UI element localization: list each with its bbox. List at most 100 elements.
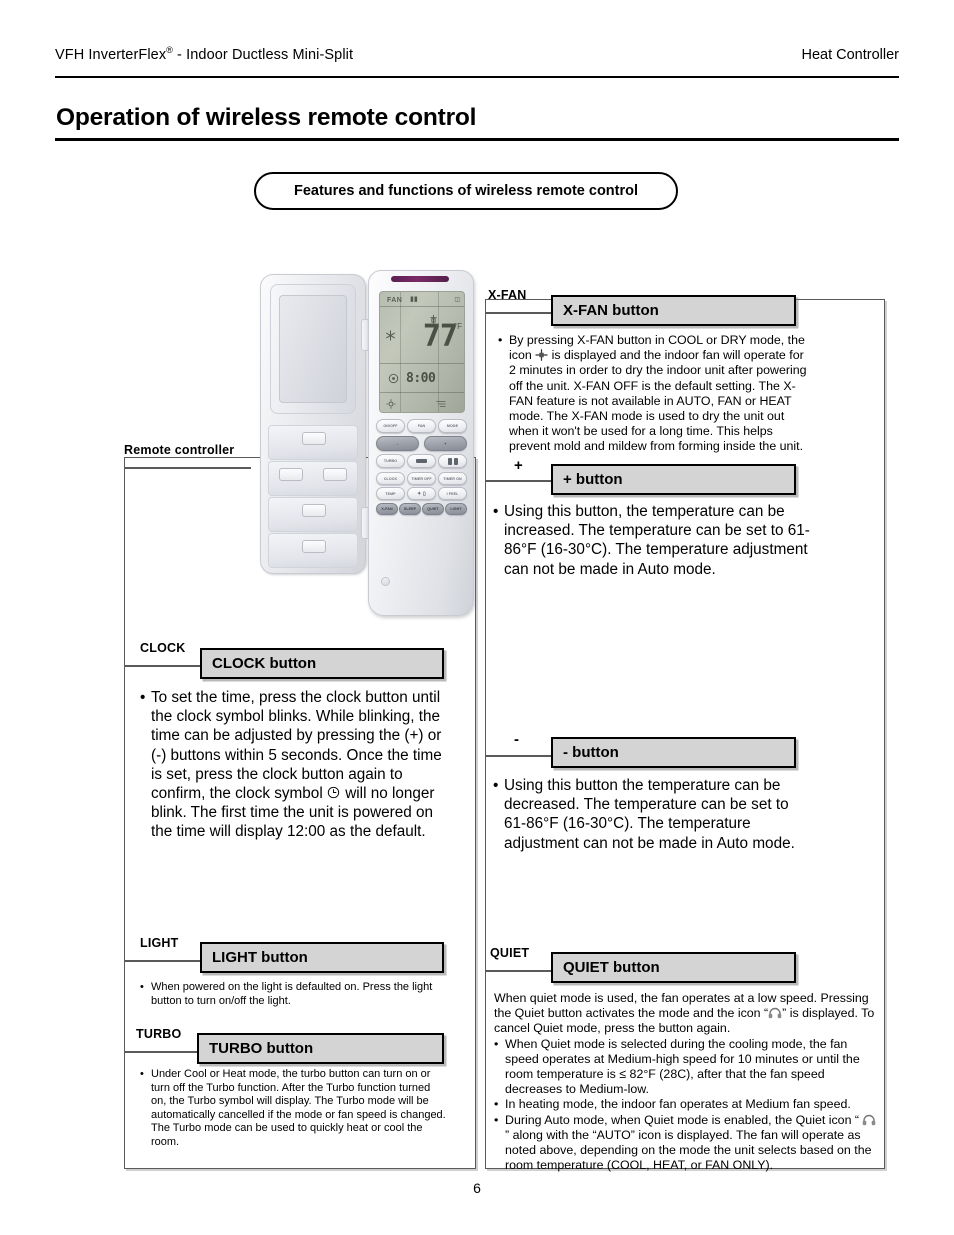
cover-slot-e (302, 540, 326, 553)
remote-flip-cover (260, 274, 372, 574)
xfan-heading-box: X-FAN button (551, 295, 796, 326)
minus-body: Using this button the temperature can be… (493, 776, 811, 853)
cover-slot-a (302, 432, 326, 445)
title-divider (55, 138, 899, 141)
turbo-body-text: Under Cool or Heat mode, the turbo butto… (140, 1068, 446, 1150)
key-swing-leftright[interactable] (438, 454, 467, 468)
xfan-symbol-icon (535, 349, 548, 362)
quiet-leader (486, 970, 552, 972)
minus-body-text: Using this button the temperature can be… (493, 776, 811, 853)
cover-shelf-2 (268, 461, 358, 496)
quiet-tag: QUIET (490, 946, 530, 960)
quiet-bullet-2: In heating mode, the indoor fan operates… (494, 1097, 879, 1112)
page-number: 6 (473, 1180, 481, 1196)
key-swing-updown[interactable] (407, 454, 436, 468)
lcd-temperature-unit: °F (453, 322, 462, 331)
header-product-main: VFH InverterFlex (55, 47, 167, 63)
running-header: VFH InverterFlex® - Indoor Ductless Mini… (55, 45, 899, 63)
page-title: Operation of wireless remote control (56, 104, 477, 131)
quiet-bullet-3: During Auto mode, when Quiet mode is ena… (494, 1113, 879, 1174)
plus-body-text: Using this button, the temperature can b… (493, 502, 811, 579)
cover-slot-d (302, 504, 326, 517)
lcd-clock-value: 8:00 (406, 371, 436, 386)
minus-heading-box: - button (551, 737, 796, 768)
xfan-body-text: By pressing X-FAN button in COOL or DRY … (498, 333, 808, 455)
xfan-leader (486, 312, 552, 314)
plus-body: Using this button, the temperature can b… (493, 502, 811, 579)
key-light2[interactable]: LIGHT (445, 503, 467, 515)
clock-body: To set the time, press the clock button … (140, 688, 450, 842)
remote-controller-tag: Remote controller (124, 443, 235, 457)
key-mode[interactable]: MODE (438, 419, 467, 433)
light-tag: LIGHT (140, 936, 179, 950)
key-minus[interactable]: - (376, 436, 419, 451)
quiet-bullet-1: When Quiet mode is selected during the c… (494, 1037, 879, 1098)
registered-trademark-icon: ® (166, 45, 173, 56)
lcd-snowflake-icon (385, 328, 396, 346)
manual-page: VFH InverterFlex® - Indoor Ductless Mini… (0, 0, 954, 1235)
lcd-temperature-value: 77 (422, 319, 458, 354)
quiet-bullet3-part1: During Auto mode, when Quiet mode is ena… (505, 1112, 863, 1127)
key-plus[interactable]: + (424, 436, 467, 451)
cover-inner-panel (270, 284, 356, 414)
key-clock[interactable]: CLOCK (376, 472, 405, 485)
quiet-body: When quiet mode is used, the fan operate… (494, 991, 879, 1173)
xfan-body-part2: is displayed and the indoor fan will ope… (509, 348, 807, 454)
light-body: When powered on the light is defaulted o… (140, 981, 446, 1008)
plus-leader (486, 480, 552, 482)
section-banner: Features and functions of wireless remot… (254, 172, 678, 210)
key-fan[interactable]: FAN (407, 419, 436, 433)
key-quiet[interactable]: QUIET (422, 503, 444, 515)
key-sleep[interactable]: SLEEP (399, 503, 421, 515)
turbo-body: Under Cool or Heat mode, the turbo butto… (140, 1068, 446, 1150)
quiet-bullet3-part2: ” along with the “AUTO” icon is displaye… (505, 1127, 872, 1173)
key-i-feel[interactable]: I FEEL (438, 487, 467, 500)
xfan-tag: X-FAN (488, 288, 527, 302)
turbo-leader (125, 1051, 199, 1053)
light-leader (125, 960, 202, 962)
cover-window (279, 295, 347, 403)
quiet-heading-box: QUIET button (551, 952, 796, 983)
cover-shelf-1 (268, 425, 358, 460)
remote-indicator-led (381, 577, 390, 586)
quiet-intro-text: When quiet mode is used, the fan operate… (494, 991, 879, 1037)
quiet-headphone-icon-2 (862, 1114, 876, 1126)
cover-shelf-4 (268, 533, 358, 568)
turbo-heading-box: TURBO button (197, 1033, 444, 1064)
remote-controller-leader (125, 467, 251, 469)
remote-keypad: ON/OFF FAN MODE - + TURBO CLOCK TIMER OF… (376, 419, 467, 569)
key-on-off[interactable]: ON/OFF (376, 419, 405, 433)
minus-tag: - (514, 731, 520, 748)
ir-emitter-strip (391, 276, 449, 282)
clock-symbol-icon (327, 786, 341, 800)
xfan-body: By pressing X-FAN button in COOL or DRY … (498, 333, 808, 455)
remote-body: FAN ▮▮ ◫ 77 °F 8:00 ON/OFF FAN MODE - + … (368, 270, 474, 616)
lcd-lock-icon: ◫ (454, 297, 460, 303)
remote-control-illustration: FAN ▮▮ ◫ 77 °F 8:00 ON/OFF FAN MODE - + … (256, 266, 480, 622)
lcd-mode-label: FAN (387, 297, 403, 304)
light-heading-box: LIGHT button (200, 942, 444, 973)
turbo-tag: TURBO (136, 1027, 182, 1041)
plus-heading-box: + button (551, 464, 796, 495)
header-product-name: VFH InverterFlex® - Indoor Ductless Mini… (55, 45, 354, 63)
key-temp[interactable]: TEMP (376, 487, 405, 500)
clock-tag: CLOCK (140, 641, 186, 655)
key-timer-on[interactable]: TIMER ON (438, 472, 467, 485)
lcd-fanspeed-icon (435, 396, 447, 412)
key-x-fan[interactable]: X-FAN (376, 503, 398, 515)
cover-slot-b (279, 468, 303, 481)
header-product-rest: - Indoor Ductless Mini-Split (172, 47, 354, 63)
lcd-clock-icon (388, 371, 399, 389)
key-light[interactable]: ✦ ▯ (407, 487, 436, 500)
plus-tag: + (514, 457, 523, 474)
minus-leader (486, 755, 552, 757)
cover-slot-c (323, 468, 347, 481)
clock-body-text: To set the time, press the clock button … (140, 688, 450, 842)
quiet-headphone-icon (768, 1007, 782, 1019)
key-timer-off[interactable]: TIMER OFF (407, 472, 436, 485)
key-turbo[interactable]: TURBO (376, 454, 405, 468)
clock-heading-box: CLOCK button (200, 648, 444, 679)
light-body-text: When powered on the light is defaulted o… (140, 981, 446, 1008)
remote-lcd-display: FAN ▮▮ ◫ 77 °F 8:00 (379, 291, 465, 413)
header-brand: Heat Controller (801, 47, 899, 63)
